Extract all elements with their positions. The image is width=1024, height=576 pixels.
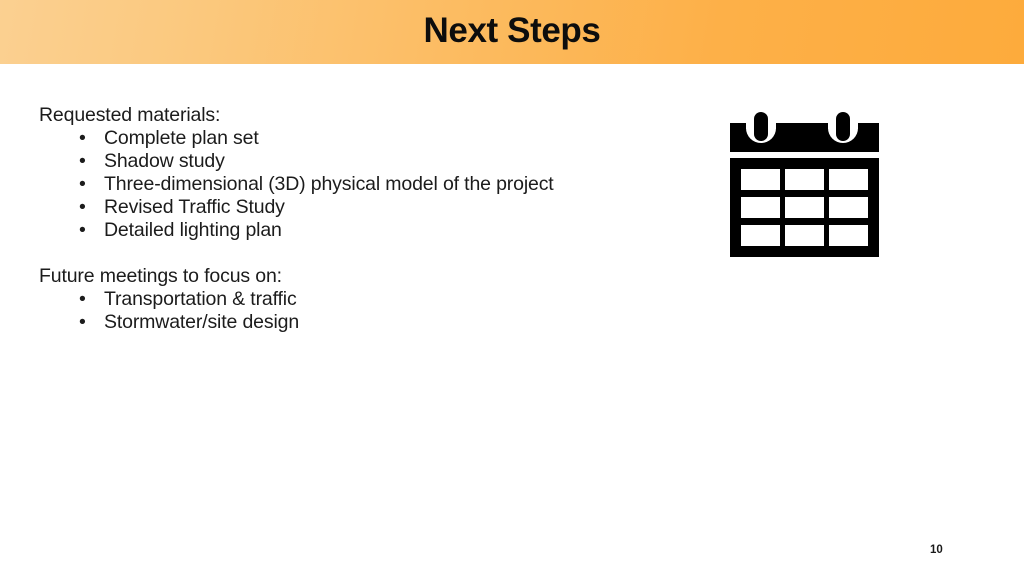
- list-item-label: Complete plan set: [104, 127, 259, 149]
- list-item-label: Stormwater/site design: [104, 311, 300, 333]
- bullet-dot-icon: •: [79, 311, 86, 333]
- bullet-dot-icon: •: [79, 288, 86, 310]
- list-item: • Transportation & traffic: [39, 288, 679, 311]
- bullet-dot-icon: •: [79, 173, 86, 195]
- list-item-label: Detailed lighting plan: [104, 219, 282, 241]
- bullet-list-requested-materials: • Complete plan set • Shadow study • Thr…: [39, 127, 679, 242]
- list-item: • Complete plan set: [39, 127, 679, 150]
- list-item-label: Transportation & traffic: [104, 288, 297, 310]
- list-item: • Revised Traffic Study: [39, 196, 679, 219]
- slide-body-content: Requested materials: • Complete plan set…: [39, 104, 679, 334]
- list-item-label: Revised Traffic Study: [104, 196, 285, 218]
- bullet-dot-icon: •: [79, 150, 86, 172]
- list-item: • Shadow study: [39, 150, 679, 173]
- page-number: 10: [930, 544, 943, 556]
- list-item: • Stormwater/site design: [39, 311, 679, 334]
- slide: Next Steps Requested materials: • Comple…: [0, 0, 1024, 576]
- bullet-dot-icon: •: [79, 196, 86, 218]
- section-heading-requested-materials: Requested materials:: [39, 104, 221, 126]
- section-heading-future-meetings: Future meetings to focus on:: [39, 265, 282, 287]
- bullet-dot-icon: •: [79, 219, 86, 241]
- list-item-label: Shadow study: [104, 150, 225, 172]
- list-item: • Detailed lighting plan: [39, 219, 679, 242]
- list-item: • Three-dimensional (3D) physical model …: [39, 173, 679, 196]
- calendar-icon: [730, 112, 879, 257]
- page-title: Next Steps: [423, 11, 601, 50]
- bullet-list-future-meetings: • Transportation & traffic • Stormwater/…: [39, 288, 679, 334]
- list-item-label: Three-dimensional (3D) physical model of…: [104, 173, 554, 195]
- bullet-dot-icon: •: [79, 127, 86, 149]
